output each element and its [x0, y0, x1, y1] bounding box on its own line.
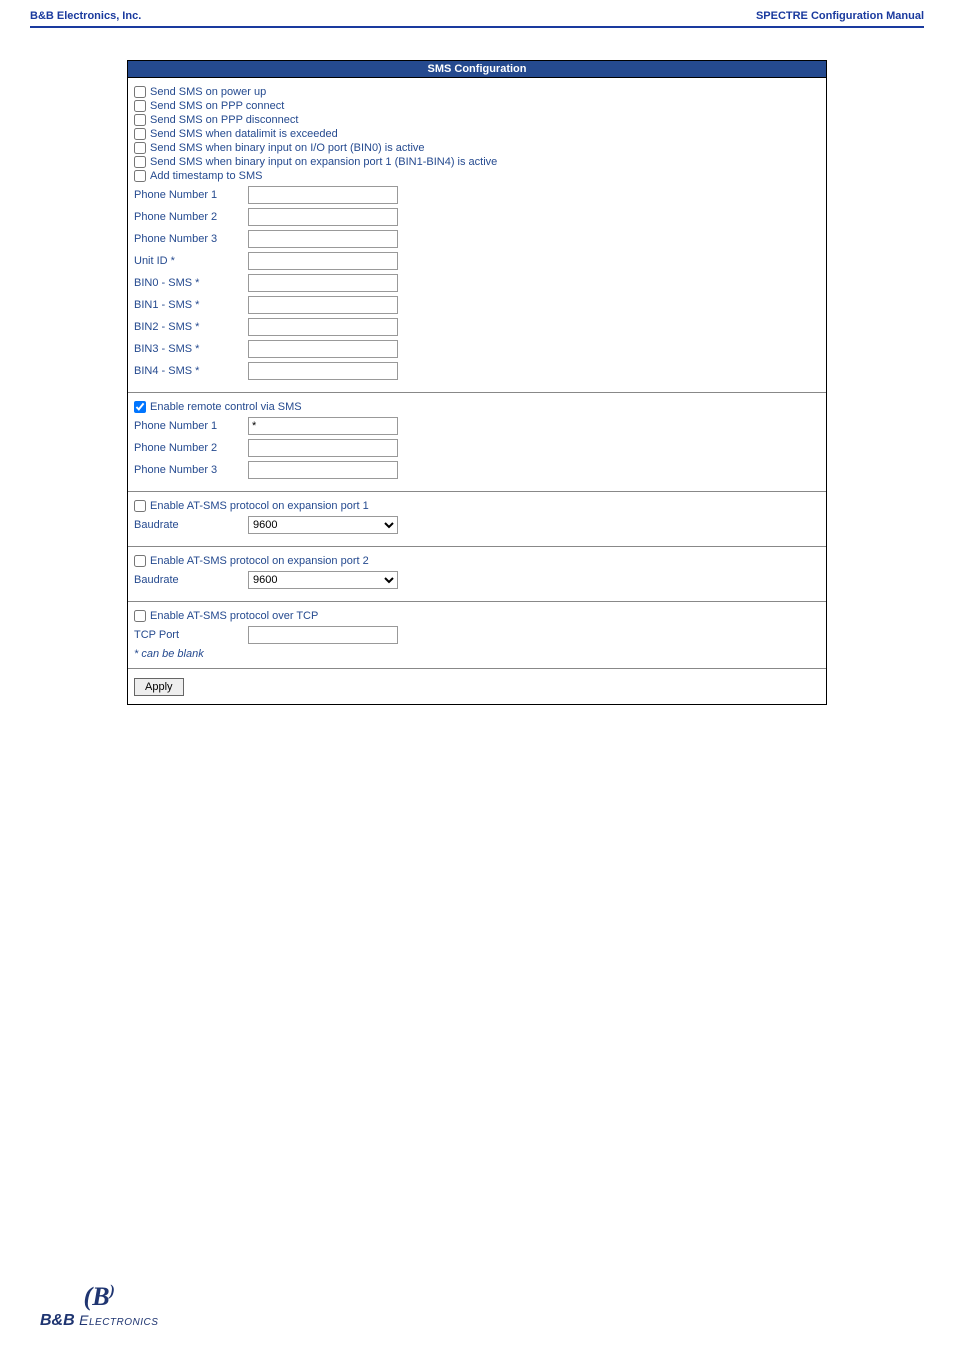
- lbl-bin0: Send SMS when binary input on I/O port (…: [150, 142, 425, 154]
- lbl-bin1-4: Send SMS when binary input on expansion …: [150, 156, 497, 168]
- lbl-bin2sms: BIN2 - SMS *: [134, 321, 244, 333]
- lbl-ppp-disconnect: Send SMS on PPP disconnect: [150, 114, 298, 126]
- lbl-power-up: Send SMS on power up: [150, 86, 266, 98]
- lbl-bin0sms: BIN0 - SMS *: [134, 277, 244, 289]
- lbl-unitid: Unit ID *: [134, 255, 244, 267]
- chk-ppp-connect[interactable]: [134, 100, 146, 112]
- lbl-phone1: Phone Number 1: [134, 189, 244, 201]
- chk-atsms-port2[interactable]: [134, 555, 146, 567]
- header-right: SPECTRE Configuration Manual: [756, 10, 924, 22]
- footer-logo: (B) B&B Electronics: [40, 1282, 158, 1330]
- panel-title: SMS Configuration: [128, 61, 826, 78]
- chk-bin1-4[interactable]: [134, 156, 146, 168]
- apply-button[interactable]: Apply: [134, 678, 184, 696]
- input-bin4sms[interactable]: [248, 362, 398, 380]
- select-baud2[interactable]: 9600: [248, 571, 398, 589]
- header-divider: [30, 26, 924, 28]
- logo-text: B&B Electronics: [40, 1312, 158, 1330]
- lbl-bin3sms: BIN3 - SMS *: [134, 343, 244, 355]
- section-general: Send SMS on power up Send SMS on PPP con…: [128, 78, 826, 393]
- lbl-phone3: Phone Number 3: [134, 233, 244, 245]
- chk-atsms-tcp[interactable]: [134, 610, 146, 622]
- input-rc-phone3[interactable]: [248, 461, 398, 479]
- logo-brand1: B&B: [40, 1312, 75, 1329]
- lbl-bin4sms: BIN4 - SMS *: [134, 365, 244, 377]
- input-bin0sms[interactable]: [248, 274, 398, 292]
- lbl-bin1sms: BIN1 - SMS *: [134, 299, 244, 311]
- header-left: B&B Electronics, Inc.: [30, 10, 141, 22]
- logo-brand2: Electronics: [79, 1312, 158, 1328]
- lbl-rc-phone2: Phone Number 2: [134, 442, 244, 454]
- input-unitid[interactable]: [248, 252, 398, 270]
- sms-config-form: SMS Configuration Send SMS on power up S…: [127, 60, 827, 705]
- lbl-phone2: Phone Number 2: [134, 211, 244, 223]
- lbl-atsms-port2: Enable AT-SMS protocol on expansion port…: [150, 555, 369, 567]
- input-phone2[interactable]: [248, 208, 398, 226]
- chk-ppp-disconnect[interactable]: [134, 114, 146, 126]
- chk-datalimit[interactable]: [134, 128, 146, 140]
- doc-header: B&B Electronics, Inc. SPECTRE Configurat…: [0, 0, 954, 26]
- lbl-datalimit: Send SMS when datalimit is exceeded: [150, 128, 338, 140]
- lbl-baud1: Baudrate: [134, 519, 244, 531]
- select-baud1[interactable]: 9600: [248, 516, 398, 534]
- logo-b-icon: (B): [84, 1282, 115, 1311]
- lbl-baud2: Baudrate: [134, 574, 244, 586]
- lbl-rc-phone3: Phone Number 3: [134, 464, 244, 476]
- section-atsms-tcp: Enable AT-SMS protocol over TCP TCP Port…: [128, 602, 826, 669]
- input-rc-phone1[interactable]: [248, 417, 398, 435]
- button-row: Apply: [128, 669, 826, 704]
- lbl-remote-control: Enable remote control via SMS: [150, 401, 302, 413]
- chk-timestamp[interactable]: [134, 170, 146, 182]
- lbl-timestamp: Add timestamp to SMS: [150, 170, 263, 182]
- input-phone3[interactable]: [248, 230, 398, 248]
- lbl-atsms-port1: Enable AT-SMS protocol on expansion port…: [150, 500, 369, 512]
- lbl-rc-phone1: Phone Number 1: [134, 420, 244, 432]
- input-bin2sms[interactable]: [248, 318, 398, 336]
- input-rc-phone2[interactable]: [248, 439, 398, 457]
- lbl-atsms-tcp: Enable AT-SMS protocol over TCP: [150, 610, 318, 622]
- input-phone1[interactable]: [248, 186, 398, 204]
- input-tcpport[interactable]: [248, 626, 398, 644]
- lbl-tcpport: TCP Port: [134, 629, 244, 641]
- chk-remote-control[interactable]: [134, 401, 146, 413]
- chk-bin0[interactable]: [134, 142, 146, 154]
- input-bin3sms[interactable]: [248, 340, 398, 358]
- section-atsms-port1: Enable AT-SMS protocol on expansion port…: [128, 492, 826, 547]
- sms-config-panel: SMS Configuration Send SMS on power up S…: [127, 60, 827, 705]
- section-remote-control: Enable remote control via SMS Phone Numb…: [128, 393, 826, 492]
- lbl-ppp-connect: Send SMS on PPP connect: [150, 100, 284, 112]
- chk-power-up[interactable]: [134, 86, 146, 98]
- note-blank: * can be blank: [134, 648, 820, 660]
- chk-atsms-port1[interactable]: [134, 500, 146, 512]
- logo-icon-wrap: (B): [40, 1282, 158, 1312]
- section-atsms-port2: Enable AT-SMS protocol on expansion port…: [128, 547, 826, 602]
- input-bin1sms[interactable]: [248, 296, 398, 314]
